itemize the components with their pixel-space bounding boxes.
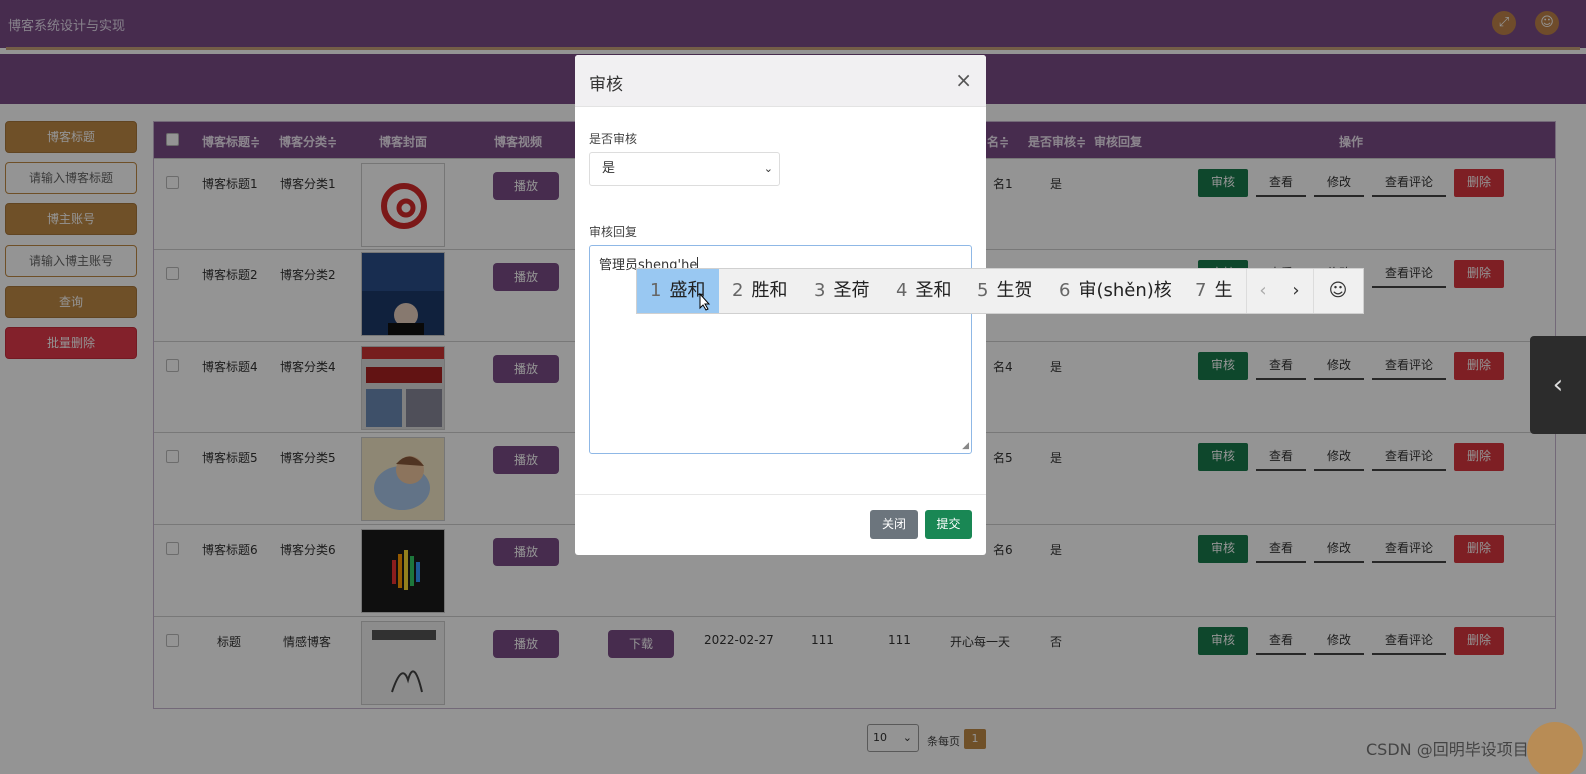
ime-candidate[interactable]: 4 圣和 [896,269,951,313]
modal-title: 审核 [589,75,623,95]
side-panel-toggle[interactable]: ‹ [1530,336,1586,434]
ime-candidate-bar: 1 盛和 2 胜和 3 圣荷 4 圣和 5 生贺 6 审(shěn)核 7生 ‹ › ☺ [636,268,1364,314]
modal-header: 审核 × [575,55,986,107]
chevron-down-icon: ⌄ [763,162,773,175]
modal-footer: 关闭 提交 [575,494,986,555]
ime-candidate[interactable]: 2 胜和 [732,269,787,313]
floating-orb[interactable] [1527,722,1583,774]
close-button[interactable]: 关闭 [870,510,918,539]
ime-prev-icon[interactable]: ‹ [1247,269,1279,313]
submit-button[interactable]: 提交 [925,510,972,539]
ime-candidate[interactable]: 3 圣荷 [814,269,869,313]
audit-status-label: 是否审核 [589,132,638,146]
resize-grip-icon[interactable]: ◢ [962,441,969,451]
watermark: CSDN @回明毕设项目 [1366,740,1529,759]
chevron-left-icon: ‹ [1552,370,1564,400]
ime-candidate[interactable]: 5 生贺 [977,269,1032,313]
audit-reply-label: 审核回复 [589,225,638,239]
ime-candidate[interactable]: 7生 [1195,269,1232,313]
ime-candidate[interactable]: 6 审(shěn)核 [1059,269,1172,313]
ime-next-icon[interactable]: › [1280,269,1312,313]
emoji-icon[interactable]: ☺ [1314,269,1362,313]
audit-status-select[interactable]: 是 ⌄ [589,152,780,186]
close-icon[interactable]: × [955,68,972,92]
mouse-cursor-icon [699,293,711,311]
